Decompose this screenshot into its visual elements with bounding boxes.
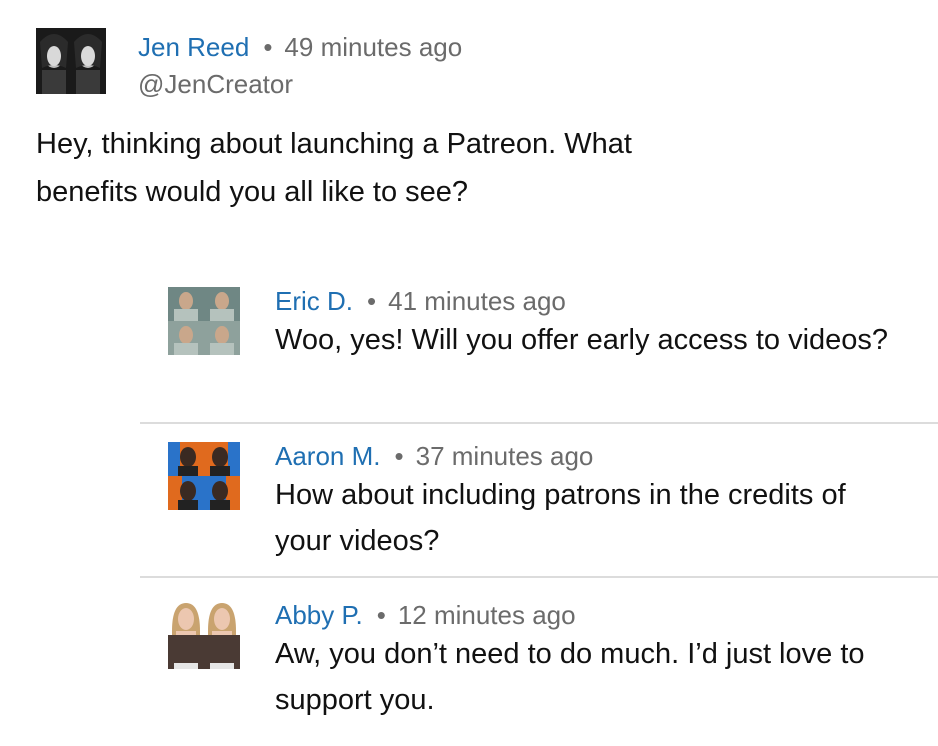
- reply-text: How about including patrons in the credi…: [275, 479, 846, 557]
- reply-text: Aw, you don’t need to do much. I’d just …: [275, 638, 865, 716]
- reply-meta: Abby P. • 12 minutes ago: [275, 598, 576, 632]
- post-handle[interactable]: @JenCreator: [138, 67, 462, 101]
- post-meta: Jen Reed • 49 minutes ago @JenCreator: [138, 30, 462, 101]
- meta-separator: •: [263, 32, 273, 62]
- reply-timestamp: 41 minutes ago: [388, 286, 566, 316]
- reply-timestamp: 12 minutes ago: [397, 600, 576, 630]
- post-header: Jen Reed • 49 minutes ago @JenCreator: [36, 28, 462, 99]
- reply-author-link[interactable]: Abby P.: [275, 600, 363, 630]
- reply-author-link[interactable]: Eric D.: [275, 286, 353, 316]
- post-timestamp: 49 minutes ago: [284, 32, 463, 62]
- post-body: Hey, thinking about launching a Patreon.…: [36, 128, 632, 208]
- reply-meta: Aaron M. • 37 minutes ago: [275, 439, 593, 473]
- abby-avatar[interactable]: [168, 601, 240, 669]
- comment-thread: Jen Reed • 49 minutes ago @JenCreator Hey,…: [0, 0, 938, 746]
- divider: [140, 422, 938, 424]
- divider: [140, 576, 938, 578]
- aaron-avatar[interactable]: [168, 442, 240, 510]
- reply-text: Woo, yes! Will you offer early access to…: [275, 324, 889, 356]
- post-meta-line: Jen Reed • 49 minutes ago: [138, 30, 462, 64]
- post-author-link[interactable]: Jen Reed: [138, 32, 249, 62]
- reply-author-link[interactable]: Aaron M.: [275, 441, 381, 471]
- reply-meta: Eric D. • 41 minutes ago: [275, 284, 566, 318]
- meta-separator: •: [376, 600, 386, 630]
- eric-avatar[interactable]: [168, 287, 240, 355]
- reply-timestamp: 37 minutes ago: [415, 441, 594, 471]
- meta-separator: •: [394, 441, 404, 471]
- jen-reed-avatar[interactable]: [36, 28, 106, 94]
- meta-separator: •: [367, 286, 377, 316]
